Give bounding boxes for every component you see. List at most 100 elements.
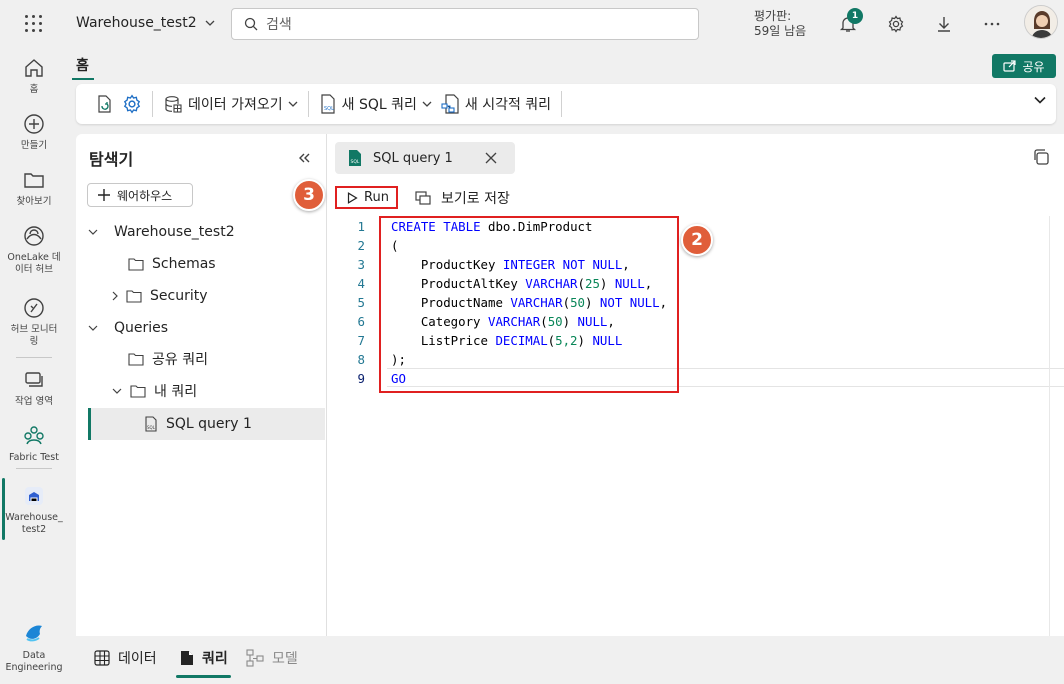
rail-onelake-label-2: 이터 허브	[15, 264, 53, 275]
chevron-down-icon	[88, 323, 98, 334]
tab-data[interactable]: 데이터	[94, 648, 157, 668]
rail-data-engineering[interactable]: Data Engineering	[0, 622, 68, 674]
tab-query-underline	[176, 675, 231, 678]
tree-item-queries[interactable]: Queries	[88, 312, 168, 344]
tree-queries-label: Queries	[114, 320, 169, 336]
tree-item-warehouse[interactable]: Warehouse_test2	[88, 216, 235, 248]
line-number: 8	[357, 352, 365, 367]
rail-data-engineering-label-1: Data	[22, 650, 46, 661]
svg-text:SQL: SQL	[351, 159, 360, 165]
folder-icon	[126, 290, 142, 303]
tab-home-underline	[72, 78, 94, 80]
tab-model[interactable]: 모델	[246, 648, 298, 668]
database-icon	[165, 96, 182, 113]
rail-browse[interactable]: 찾아보기	[0, 168, 68, 208]
tree-item-schemas[interactable]: Schemas	[128, 248, 216, 280]
new-sql-query-label: 새 SQL 쿼리	[341, 97, 417, 113]
callout-badge-2: 2	[681, 224, 713, 256]
onelake-icon	[24, 226, 44, 246]
more-options-button[interactable]	[980, 12, 1004, 36]
workspace-switcher[interactable]: Warehouse_test2	[76, 15, 215, 31]
rail-warehouse[interactable]: Warehouse_ test2	[0, 484, 68, 536]
refresh-button[interactable]	[90, 89, 118, 119]
rail-monitor[interactable]: 허브 모니터 링	[0, 296, 68, 348]
avatar[interactable]	[1024, 5, 1058, 39]
document-icon	[181, 651, 193, 665]
rail-browse-label: 찾아보기	[16, 196, 52, 207]
search-box[interactable]: 검색	[231, 8, 699, 40]
tab-query[interactable]: 쿼리	[180, 648, 228, 668]
code-editor[interactable]: 1 2 3 4 5 6 7 8 9 CREATE TABLE dbo.DimPr…	[327, 216, 1064, 516]
data-engineering-icon	[26, 625, 42, 642]
rail-monitor-label-2: 링	[29, 336, 39, 347]
copy-panes-icon[interactable]	[1032, 148, 1050, 166]
folder-icon	[128, 258, 144, 271]
add-circle-icon	[24, 114, 44, 134]
settings-ribbon-button[interactable]	[118, 89, 146, 119]
tab-sql-query-1-label: SQL query 1	[373, 150, 453, 166]
svg-text:SQL: SQL	[324, 106, 334, 112]
close-icon[interactable]	[485, 152, 497, 164]
editor-scrollbar-track[interactable]	[1049, 216, 1050, 636]
tab-home[interactable]: 홈	[76, 55, 89, 75]
trial-days: 59일 남음	[754, 24, 807, 38]
rail-onelake[interactable]: OneLake 데 이터 허브	[0, 224, 68, 276]
rail-warehouse-label-1: Warehouse_	[5, 512, 63, 523]
refresh-document-icon	[98, 95, 111, 113]
new-sql-query-button[interactable]: SQL 새 SQL 쿼리	[315, 89, 436, 119]
top-bar: Warehouse_test2 검색 평가판: 59일 남음 1	[0, 0, 1064, 48]
share-button[interactable]: 공유	[992, 54, 1056, 78]
share-label: 공유	[1022, 59, 1045, 74]
rail-fabric-test[interactable]: Fabric Test	[0, 424, 68, 464]
save-as-view-button[interactable]: 보기로 저장	[415, 188, 510, 208]
play-icon	[347, 191, 358, 204]
search-icon	[244, 17, 258, 31]
tab-query-label: 쿼리	[202, 651, 228, 667]
notification-badge: 1	[847, 8, 863, 24]
rail-divider	[16, 357, 52, 358]
rail-workspaces[interactable]: 작업 영역	[0, 368, 68, 408]
rail-home[interactable]: 홈	[0, 56, 68, 96]
tab-model-label: 모델	[272, 651, 298, 667]
line-number: 1	[357, 219, 365, 234]
table-grid-icon	[94, 650, 110, 666]
line-number: 3	[357, 257, 365, 272]
line-number: 4	[357, 276, 365, 291]
ribbon-separator	[152, 91, 153, 117]
rail-create[interactable]: 만들기	[0, 112, 68, 152]
bottom-view-tabs: 데이터 쿼리 모델	[76, 636, 1064, 684]
run-button[interactable]: Run	[335, 186, 398, 209]
rail-create-label: 만들기	[20, 140, 48, 151]
new-visual-query-label: 새 시각적 쿼리	[464, 97, 552, 113]
chevron-right-icon	[112, 291, 118, 301]
collapse-pane-icon[interactable]	[298, 153, 310, 163]
share-icon	[1003, 60, 1017, 72]
workspace-name: Warehouse_test2	[76, 15, 197, 31]
explorer-pane: 탐색기 웨어하우스 Warehouse_test2 Schemas Securi…	[76, 134, 327, 636]
trial-status[interactable]: 평가판: 59일 남음	[754, 9, 806, 39]
tree-item-shared-queries[interactable]: 공유 쿼리	[128, 343, 208, 375]
rail-warehouse-label-2: test2	[21, 524, 47, 535]
user-avatar-icon	[1025, 6, 1057, 38]
ellipsis-icon	[984, 22, 1000, 26]
ribbon-separator	[307, 91, 309, 117]
app-launcher-icon[interactable]	[24, 14, 44, 34]
add-warehouse-button[interactable]: 웨어하우스	[87, 183, 193, 207]
get-data-button[interactable]: 데이터 가져오기	[159, 89, 302, 119]
rail-fabric-test-label: Fabric Test	[9, 452, 59, 463]
download-button[interactable]	[932, 12, 956, 36]
model-diagram-icon	[246, 649, 264, 667]
notifications-button[interactable]: 1	[836, 8, 863, 36]
tree-item-sql-query-1[interactable]: SQL SQL query 1	[88, 408, 325, 440]
line-number: 2	[357, 238, 365, 253]
rail-onelake-label-1: OneLake 데	[7, 252, 61, 263]
ribbon-toolbar: 데이터 가져오기 SQL 새 SQL 쿼리 새 시각적 쿼리	[76, 84, 1056, 124]
tab-sql-query-1[interactable]: SQL SQL query 1	[335, 142, 515, 174]
settings-button[interactable]	[884, 12, 908, 36]
expand-ribbon-chevron-icon[interactable]	[1034, 96, 1046, 104]
chevron-down-icon	[112, 388, 122, 394]
new-visual-query-button[interactable]: 새 시각적 쿼리	[436, 89, 555, 119]
tree-item-my-queries[interactable]: 내 쿼리	[112, 375, 197, 407]
callout-badge-3: 3	[293, 179, 325, 211]
tree-item-security[interactable]: Security	[112, 280, 208, 312]
